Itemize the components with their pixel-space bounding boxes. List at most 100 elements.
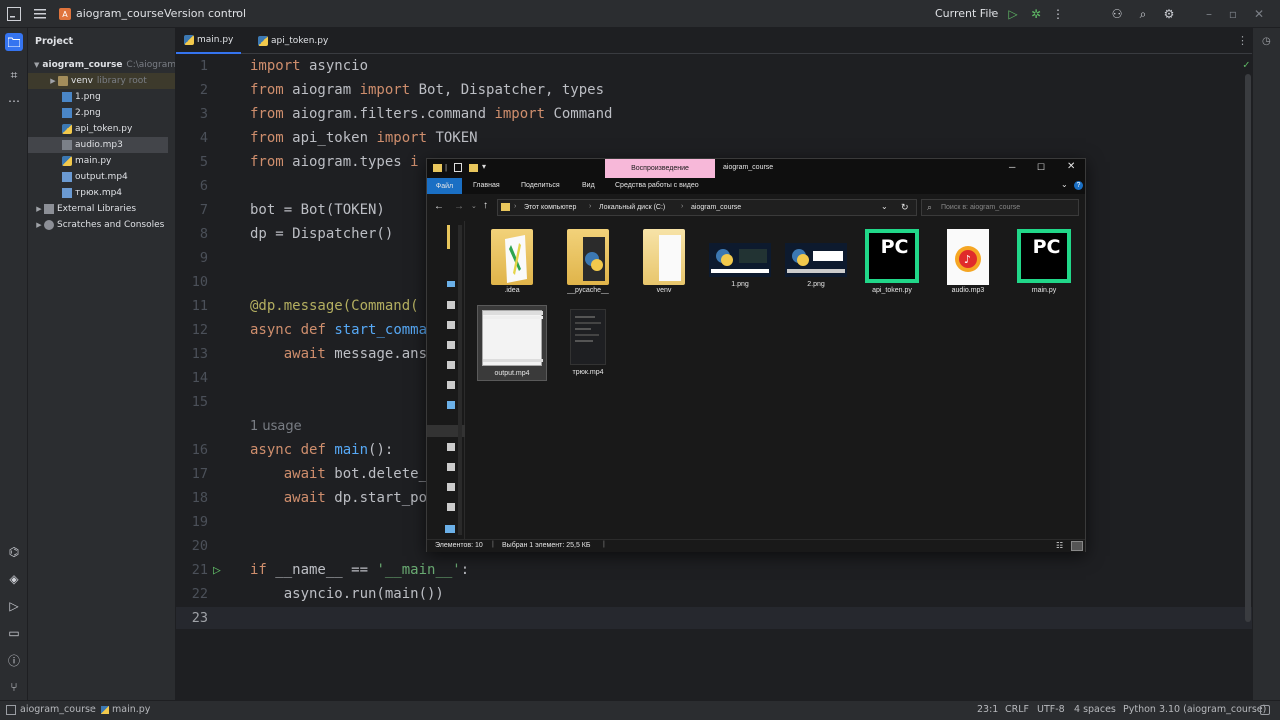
tree-item-main[interactable]: main.py (28, 153, 175, 169)
add-user-icon[interactable]: ⚇ (1109, 6, 1125, 22)
maximize-icon[interactable]: ▫ (1225, 6, 1241, 22)
nav-item-icon[interactable] (447, 503, 455, 511)
python-interpreter[interactable]: Python 3.10 (aiogram_course) (1123, 704, 1266, 715)
large-icons-view-icon[interactable] (1071, 541, 1083, 551)
tab-main-py[interactable]: main.py (176, 28, 242, 54)
maximize-icon[interactable]: ☐ (1037, 162, 1045, 173)
expand-ribbon-icon[interactable]: ⌄ (1061, 180, 1068, 189)
file-item-trick[interactable]: трюк.mp4 (553, 305, 623, 376)
up-arrow-icon[interactable]: ↑ (483, 200, 488, 211)
breadcrumb-project[interactable]: aiogram_course (20, 704, 96, 715)
run-gutter-icon[interactable]: ▷ (213, 563, 221, 578)
file-item-idea[interactable]: .idea (477, 229, 547, 294)
properties-checkbox-icon[interactable] (454, 163, 462, 172)
usage-hint[interactable]: 1 usage (250, 419, 302, 434)
tree-item-1png[interactable]: 1.png (28, 89, 175, 105)
tree-item-audio[interactable]: audio.mp3 (28, 137, 168, 153)
file-item-main[interactable]: PC main.py (1009, 229, 1079, 294)
file-item-audio[interactable]: ♪ audio.mp3 (933, 229, 1003, 294)
nav-item-icon[interactable] (447, 361, 455, 369)
file-item-output[interactable]: output.mp4 (477, 305, 547, 381)
nav-item-icon[interactable] (447, 341, 455, 349)
nav-item-icon[interactable] (447, 443, 455, 451)
minimize-icon[interactable]: ─ (1009, 162, 1015, 172)
more-tools-icon[interactable]: ⋯ (6, 93, 22, 109)
problems-icon[interactable]: ⓘ (6, 652, 22, 668)
breadcrumb-local-disk[interactable]: Локальный диск (C:) (599, 204, 665, 211)
customize-toolbar-icon[interactable]: ▾ (482, 162, 486, 171)
nav-item-icon[interactable] (447, 381, 455, 389)
tab-api-token-py[interactable]: api_token.py (250, 28, 336, 54)
debug-icon[interactable]: ✲ (1028, 6, 1044, 22)
layers-icon[interactable]: ◈ (6, 571, 22, 587)
pycharm-logo-icon[interactable] (6, 6, 22, 22)
project-tool-folder-icon[interactable] (5, 33, 23, 51)
tree-item-external-libraries[interactable]: ▶ External Libraries (28, 201, 175, 217)
close-icon[interactable]: ✕ (1251, 6, 1267, 22)
settings-gear-icon[interactable]: ⚙ (1161, 6, 1177, 22)
nav-item-icon[interactable] (447, 463, 455, 471)
project-widget[interactable]: A (59, 8, 71, 20)
minimize-icon[interactable]: – (1201, 6, 1217, 22)
file-item-2png[interactable]: 2.png (781, 229, 851, 288)
nav-item-icon[interactable] (447, 483, 455, 491)
file-item-venv[interactable]: venv (629, 229, 699, 294)
recent-locations-icon[interactable]: ⌄ (471, 202, 477, 210)
back-arrow-icon[interactable]: ← (434, 201, 444, 212)
run-icon[interactable]: ▷ (1005, 6, 1021, 22)
nav-scrollbar[interactable] (458, 225, 462, 535)
refresh-icon[interactable]: ↻ (901, 202, 909, 213)
line-separator[interactable]: CRLF (1005, 704, 1029, 715)
python-packages-icon[interactable]: ⌬ (6, 544, 22, 560)
breadcrumb-folder[interactable]: aiogram_course (691, 204, 741, 211)
file-encoding[interactable]: UTF-8 (1037, 704, 1065, 715)
lock-icon[interactable] (1260, 705, 1270, 715)
code-line-3: from aiogram.filters.command import Comm… (250, 106, 613, 122)
nav-item-icon[interactable] (447, 225, 450, 249)
caret-position[interactable]: 23:1 (977, 704, 998, 715)
ribbon-tab-video-tools[interactable]: Средства работы с видео (615, 182, 699, 189)
forward-arrow-icon[interactable]: → (454, 201, 464, 212)
explorer-search-box[interactable]: ⌕ Поиск в: aiogram_course (921, 199, 1079, 216)
tree-item-api-token[interactable]: api_token.py (28, 121, 175, 137)
breadcrumb-file[interactable]: main.py (112, 704, 150, 715)
more-actions-icon[interactable]: ⋮ (1050, 6, 1066, 22)
breadcrumb-this-pc[interactable]: Этот компьютер (524, 204, 576, 211)
main-menu-icon[interactable] (32, 6, 48, 22)
tree-item-output[interactable]: output.mp4 (28, 169, 175, 185)
address-dropdown-icon[interactable]: ⌄ (881, 202, 888, 211)
search-icon[interactable]: ⌕ (1135, 6, 1151, 22)
tab-actions-icon[interactable]: ⋮ (1237, 34, 1248, 47)
nav-item-icon[interactable] (447, 321, 455, 329)
tree-item-trick[interactable]: трюк.mp4 (28, 185, 175, 201)
ribbon-tab-file[interactable]: Файл (427, 178, 462, 194)
terminal-icon[interactable]: ▭ (6, 625, 22, 641)
services-run-icon[interactable]: ▷ (6, 598, 22, 614)
notifications-icon[interactable]: ◷ (1262, 36, 1271, 47)
tree-item-scratches[interactable]: ▶ Scratches and Consoles (28, 217, 175, 233)
git-branch-icon[interactable]: ⑂ (6, 679, 22, 695)
address-path-field[interactable]: › Этот компьютер › Локальный диск (C:) ›… (497, 199, 917, 216)
ribbon-tab-view[interactable]: Вид (582, 182, 595, 189)
editor-scrollbar[interactable] (1245, 74, 1251, 622)
new-folder-icon[interactable] (469, 164, 478, 172)
details-view-icon[interactable]: ☷ (1056, 541, 1063, 550)
structure-icon[interactable]: ⌗ (6, 67, 22, 83)
indent-setting[interactable]: 4 spaces (1074, 704, 1116, 715)
playback-context-tab[interactable]: Воспроизведение (605, 159, 715, 178)
tree-item-2png[interactable]: 2.png (28, 105, 175, 121)
file-item-pycache[interactable]: __pycache__ (553, 229, 623, 294)
tree-item-venv[interactable]: ▶ venv library root (28, 73, 175, 89)
help-icon[interactable]: ? (1074, 181, 1083, 190)
ribbon-tab-share[interactable]: Поделиться (521, 182, 560, 189)
nav-item-icon[interactable] (445, 525, 455, 533)
file-item-api-token[interactable]: PC api_token.py (857, 229, 927, 294)
file-label: output.mp4 (494, 370, 530, 377)
ribbon-tab-home[interactable]: Главная (473, 182, 500, 189)
nav-item-icon[interactable] (447, 401, 455, 409)
nav-item-icon[interactable] (447, 301, 455, 309)
close-icon[interactable]: ✕ (1067, 161, 1075, 172)
nav-item-icon[interactable] (447, 281, 455, 287)
file-item-1png[interactable]: 1.png (705, 229, 775, 288)
tree-root[interactable]: ▼ aiogram_course C:\aiogram (28, 57, 175, 73)
